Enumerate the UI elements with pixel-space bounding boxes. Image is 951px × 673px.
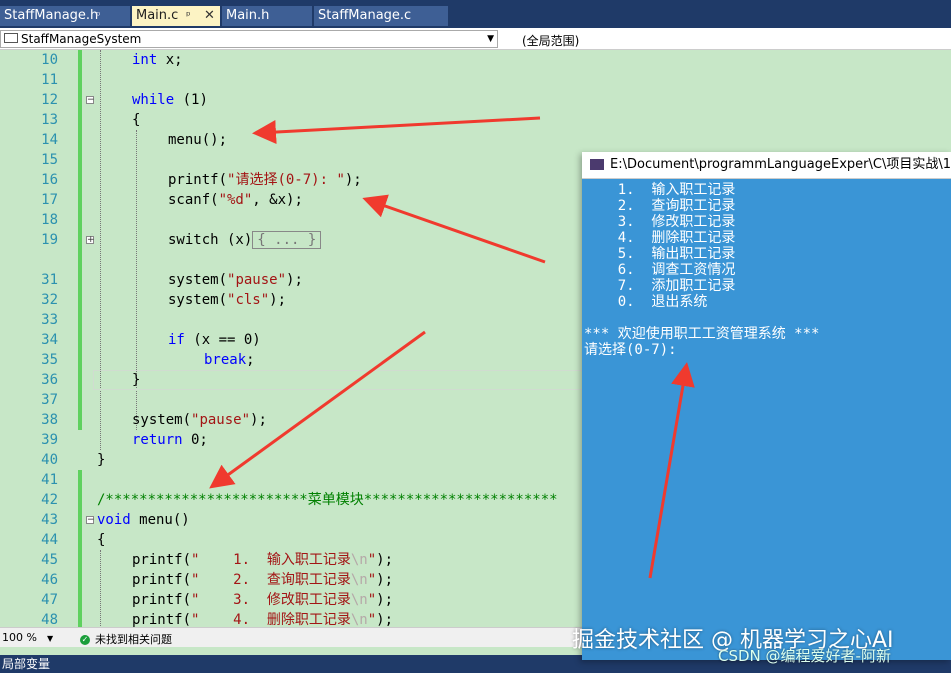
- arrow-to-scanf: [362, 194, 546, 264]
- arrow-to-menu-function: [209, 330, 426, 489]
- arrow-to-console-prompt: [648, 362, 695, 579]
- watermark-secondary: CSDN @编程爱好者-阿新: [718, 647, 891, 665]
- arrow-to-menu-call: [252, 116, 541, 145]
- annotation-arrows: [209, 116, 695, 579]
